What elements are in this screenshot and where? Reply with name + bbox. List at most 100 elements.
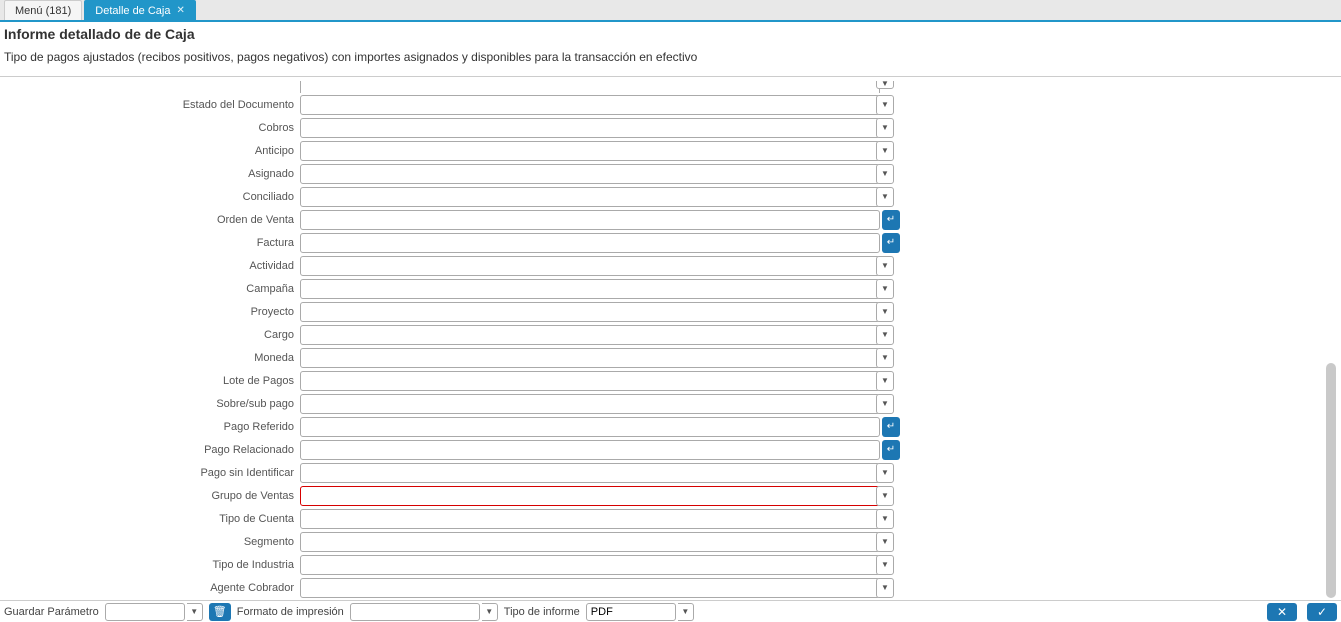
page-subtitle: Tipo de pagos ajustados (recibos positiv… — [0, 44, 1341, 72]
dropdown-button[interactable]: ▼ — [876, 394, 894, 414]
scrollbar-thumb[interactable] — [1326, 363, 1336, 598]
field-label: Lote de Pagos — [0, 375, 300, 387]
field-input[interactable] — [300, 256, 880, 276]
chevron-down-icon: ▼ — [881, 583, 889, 592]
form-row: Segmento▼ — [0, 530, 1341, 553]
dropdown-button[interactable]: ▼ — [876, 279, 894, 299]
close-icon[interactable]: ✕ — [176, 5, 184, 16]
chevron-down-icon: ▼ — [881, 468, 889, 477]
field-input[interactable] — [300, 325, 880, 345]
form-row: Agente Cobrador ▼ — [0, 576, 1341, 598]
dropdown-button[interactable]: ▼ — [876, 578, 894, 598]
chevron-down-icon: ▼ — [881, 192, 889, 201]
chevron-down-icon: ▼ — [881, 261, 889, 270]
field-input[interactable] — [300, 187, 880, 207]
form-row: Lote de Pagos ▼ — [0, 369, 1341, 392]
field-input[interactable] — [300, 463, 880, 483]
dropdown-button[interactable]: ▼ — [876, 371, 894, 391]
field-input[interactable] — [300, 118, 880, 138]
field-input[interactable] — [300, 141, 880, 161]
lookup-button[interactable]: ↵ — [882, 210, 900, 230]
dropdown-button[interactable]: ▼ — [876, 302, 894, 322]
page-header: Informe detallado de de Caja — [0, 22, 1341, 44]
form-row: Estado del Documento▼ — [0, 93, 1341, 116]
field-input[interactable] — [300, 509, 880, 529]
form-row: Tipo de Industria▼ — [0, 553, 1341, 576]
dropdown-button[interactable]: ▼ — [876, 463, 894, 483]
print-format-input[interactable] — [350, 603, 480, 621]
dropdown-button[interactable]: ▼ — [876, 509, 894, 529]
field-input[interactable] — [300, 440, 880, 460]
cancel-button[interactable]: ✕ — [1267, 603, 1297, 621]
scrollbar[interactable] — [1325, 76, 1337, 598]
form-row: Cobros▼ — [0, 116, 1341, 139]
lookup-button[interactable]: ↵ — [882, 440, 900, 460]
dropdown-button[interactable]: ▼ — [876, 532, 894, 552]
form-row: ▼ — [0, 81, 1341, 93]
chevron-down-icon: ▼ — [881, 123, 889, 132]
dropdown-button[interactable]: ▼ — [876, 256, 894, 276]
dropdown-button[interactable]: ▼ — [876, 118, 894, 138]
tab-bar: Menú (181) Detalle de Caja ✕ — [0, 0, 1341, 22]
dropdown-button[interactable]: ▼ — [876, 164, 894, 184]
field-label: Actividad — [0, 260, 300, 272]
field-input[interactable] — [300, 210, 880, 230]
tab-detalle-de-caja[interactable]: Detalle de Caja ✕ — [84, 0, 196, 20]
footer-toolbar: Guardar Parámetro ▼ 🗑 Formato de impresi… — [0, 600, 1341, 622]
chevron-down-icon: ▼ — [881, 376, 889, 385]
chevron-down-icon: ▼ — [881, 169, 889, 178]
field-input[interactable] — [300, 81, 880, 93]
form-row: Factura↵ — [0, 231, 1341, 254]
link-icon: ↵ — [887, 444, 895, 455]
dropdown-button[interactable]: ▼ — [876, 486, 894, 506]
field-input[interactable] — [300, 348, 880, 368]
form-row: Conciliado▼ — [0, 185, 1341, 208]
report-type-input[interactable] — [586, 603, 676, 621]
dropdown-button[interactable]: ▼ — [876, 141, 894, 161]
field-input[interactable] — [300, 394, 880, 414]
field-input[interactable] — [300, 532, 880, 552]
tab-menu[interactable]: Menú (181) — [4, 0, 82, 20]
field-input[interactable] — [300, 302, 880, 322]
form-row: Cargo▼ — [0, 323, 1341, 346]
report-type-dropdown[interactable]: ▼ — [678, 603, 694, 621]
field-input[interactable] — [300, 486, 880, 506]
field-input[interactable] — [300, 164, 880, 184]
form-row: Moneda▼ — [0, 346, 1341, 369]
field-input[interactable] — [300, 555, 880, 575]
field-input[interactable] — [300, 578, 880, 598]
dropdown-button[interactable]: ▼ — [876, 555, 894, 575]
lookup-button[interactable]: ↵ — [882, 417, 900, 437]
form-row: Actividad ▼ — [0, 254, 1341, 277]
lookup-button[interactable]: ↵ — [882, 233, 900, 253]
field-input[interactable] — [300, 371, 880, 391]
field-label: Asignado — [0, 168, 300, 180]
print-format-dropdown[interactable]: ▼ — [482, 603, 498, 621]
field-label: Pago sin Identificar — [0, 467, 300, 479]
dropdown-button[interactable]: ▼ — [876, 348, 894, 368]
dropdown-button[interactable]: ▼ — [876, 95, 894, 115]
field-label: Grupo de Ventas — [0, 490, 300, 502]
chevron-down-icon: ▼ — [881, 560, 889, 569]
delete-button[interactable]: 🗑 — [209, 603, 231, 621]
form-row: Grupo de Ventas ▼ — [0, 484, 1341, 507]
field-input[interactable] — [300, 233, 880, 253]
field-label: Anticipo — [0, 145, 300, 157]
save-param-dropdown[interactable]: ▼ — [187, 603, 203, 621]
chevron-down-icon: ▼ — [881, 491, 889, 500]
field-input[interactable] — [300, 279, 880, 299]
chevron-down-icon: ▼ — [881, 284, 889, 293]
field-input[interactable] — [300, 95, 880, 115]
form-scroll-area: ▼Estado del Documento▼Cobros▼Anticipo▼As… — [0, 76, 1341, 598]
dropdown-button[interactable]: ▼ — [876, 81, 894, 89]
field-label: Agente Cobrador — [0, 582, 300, 594]
field-label: Pago Referido — [0, 421, 300, 433]
field-label: Campaña — [0, 283, 300, 295]
confirm-button[interactable]: ✓ — [1307, 603, 1337, 621]
dropdown-button[interactable]: ▼ — [876, 187, 894, 207]
dropdown-button[interactable]: ▼ — [876, 325, 894, 345]
field-input[interactable] — [300, 417, 880, 437]
save-param-input[interactable] — [105, 603, 185, 621]
print-format-label: Formato de impresión — [237, 606, 344, 618]
link-icon: ↵ — [887, 214, 895, 225]
